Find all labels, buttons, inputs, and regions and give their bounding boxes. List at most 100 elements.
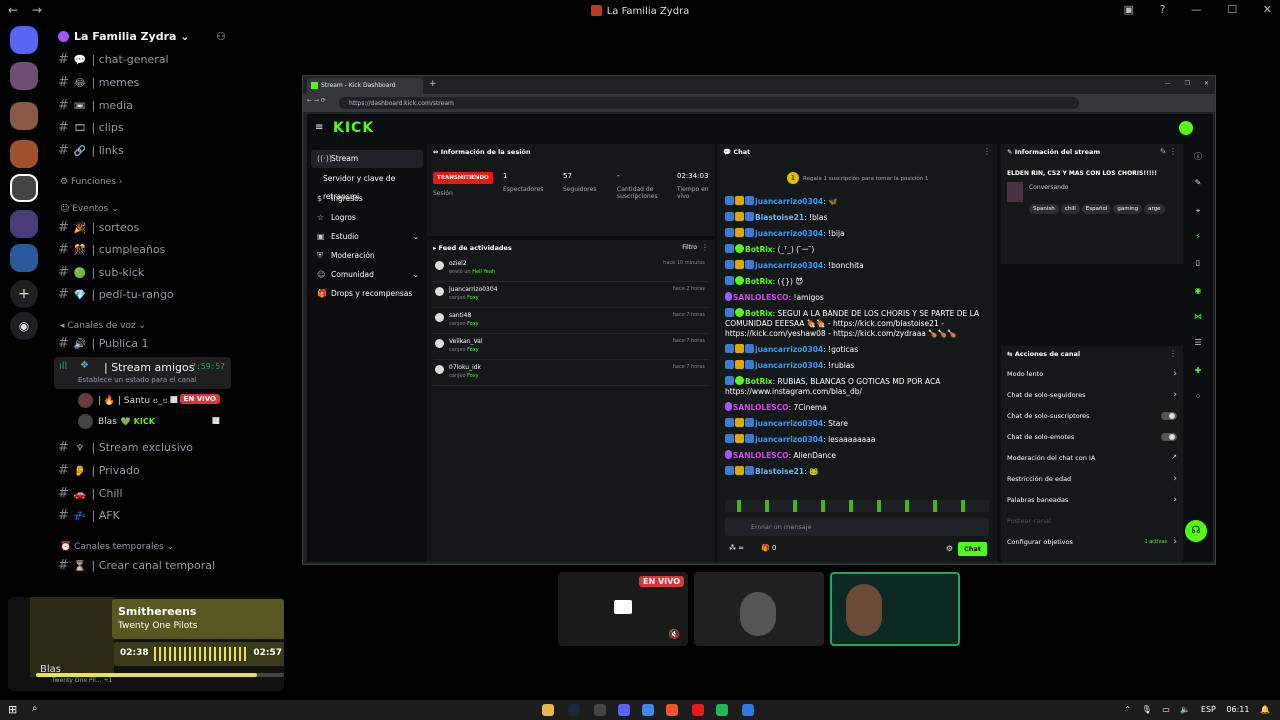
clock[interactable]: 06:11 (1226, 705, 1249, 714)
network-icon[interactable]: ▭ (1162, 705, 1170, 714)
browser-tab[interactable]: Stream - Kick Dashboard (307, 78, 423, 94)
chat-username[interactable]: Blastoise21 (755, 213, 804, 222)
chat-username[interactable]: juancarrizo0304 (755, 419, 823, 428)
stream-thumbnail-1[interactable]: EN VIVO 🔇 (558, 572, 688, 646)
chat-message[interactable]: juancarrizo0304: !bonchita (725, 260, 993, 271)
chat-username[interactable]: juancarrizo0304 (755, 229, 823, 238)
chat-message[interactable]: juancarrizo0304: Stare (725, 418, 993, 429)
edit-icon[interactable]: ✎ (1186, 172, 1210, 194)
category-temporales[interactable]: ⏰ Canales temporales ⌄ (60, 542, 174, 552)
gift-counter[interactable]: 🎁 0 (761, 544, 776, 552)
crop-icon[interactable]: ⌖ (1186, 200, 1210, 222)
channel-memes[interactable]: # 😂 | memes (58, 73, 234, 93)
windows-start-icon[interactable]: ⊞ (8, 703, 17, 716)
server-folder-4[interactable] (10, 210, 38, 238)
chat-username[interactable]: BotRix (745, 309, 773, 318)
add-server-icon[interactable]: + (10, 280, 38, 308)
trash-icon[interactable]: ▯ (1186, 252, 1210, 274)
notification-icon[interactable]: 🔔 (1260, 705, 1270, 714)
app-icon[interactable] (742, 704, 754, 716)
channel-sub-kick[interactable]: # 🟢 | sub-kick (58, 263, 234, 283)
voice-privado[interactable]: # 👂 | Privado (58, 461, 234, 481)
mic-icon[interactable]: 🎙 (1142, 705, 1152, 714)
server-folder-2[interactable] (10, 102, 38, 130)
minimize-button[interactable]: — (1191, 3, 1202, 16)
avatar[interactable] (1179, 121, 1193, 135)
chat-message[interactable]: Blastoise21: !blas (725, 212, 993, 223)
chat-message[interactable]: Blastoise21: 🐸 (725, 466, 993, 477)
chat-message[interactable]: juancarrizo0304: !bija (725, 228, 993, 239)
channel-cumpleanos[interactable]: # 🎊 | cumpleaños (58, 240, 234, 260)
stream-tag[interactable]: chill (1060, 204, 1080, 214)
voice-stream-exclusivo[interactable]: # ♆ | Stream exclusivo (58, 438, 234, 458)
chat-message[interactable]: BotRix: RUBIAS, BLANCAS O GOTICAS MD POR… (725, 376, 993, 397)
split-icon[interactable]: ⋈ (1186, 306, 1210, 328)
guild-header[interactable]: La Familia Zydra ⌄ ⚇ (58, 30, 234, 46)
info-icon[interactable]: ⓘ (1186, 146, 1210, 168)
chat-message[interactable]: juancarrizo0304: 🦋 (725, 196, 993, 207)
chat-username[interactable]: juancarrizo0304 (755, 361, 823, 370)
stream-thumbnail-3[interactable] (830, 572, 960, 646)
chat-message[interactable]: juancarrizo0304: !goticas (725, 344, 993, 355)
chat-username[interactable]: BotRix (745, 245, 773, 254)
chat-username[interactable]: juancarrizo0304 (755, 345, 823, 354)
stream-tag[interactable]: Spanish (1029, 204, 1059, 214)
discord-home-icon[interactable] (10, 26, 38, 54)
channel-links[interactable]: # 🔗 | links (58, 141, 234, 161)
nav-arrows-icon[interactable]: ← → ⟳ (307, 97, 326, 104)
chat-username[interactable]: juancarrizo0304 (755, 435, 823, 444)
chevron-up-icon[interactable]: ⌃ (1124, 705, 1131, 714)
volume-icon[interactable]: 🔈 (1180, 705, 1190, 714)
chat-message[interactable]: BotRix: SEGUI A LA BANDE DE LOS CHORIS Y… (725, 308, 993, 339)
toggle-switch[interactable] (1161, 412, 1177, 420)
channel-chat-general[interactable]: # 💬 | chat-general (58, 50, 234, 70)
chat-message[interactable]: SANLOLESCO: !amigos (725, 292, 993, 303)
more-icon[interactable]: ⋮ (1169, 349, 1177, 358)
kick-nav-item[interactable]: ☺ Comunidad ⌄ (311, 266, 423, 284)
category-funciones[interactable]: ⚙ Funciones › (60, 177, 122, 187)
inbox-icon[interactable]: ▣ (1124, 3, 1134, 16)
voice-stream-amigos[interactable]: ıll ❖ | Stream amigos 7:59:57 Establece … (54, 357, 231, 389)
help-icon[interactable]: ? (1160, 3, 1166, 16)
stream-tag[interactable]: gaming (1113, 204, 1143, 214)
voice-afk[interactable]: # 💤 | AFK (58, 506, 234, 526)
chat-username[interactable]: juancarrizo0304 (755, 197, 823, 206)
voice-member-blas[interactable]: Blas 💚 KICK ■ (78, 414, 228, 432)
server-folder-3[interactable] (10, 140, 38, 168)
github-icon[interactable] (594, 704, 606, 716)
flash-icon[interactable]: ⚡ (1186, 226, 1210, 248)
media-icon[interactable] (692, 704, 704, 716)
channel-sorteos[interactable]: # 🎉 | sorteos (58, 218, 234, 238)
channel-pedi-tu-rango[interactable]: # 💎 | pedí-tu-rango (58, 285, 234, 305)
url-input[interactable]: https://dashboard.kick.com/stream (339, 97, 1079, 109)
channel-action[interactable]: Restricción de edad › (1007, 474, 1181, 495)
emote-bar[interactable] (725, 500, 989, 512)
category-eventos[interactable]: ☺ Eventos ⌄ (60, 204, 119, 214)
feed-row[interactable]: 07loku_idk canjeó Foxy hace 7 horas (433, 362, 709, 386)
channel-media[interactable]: # 📼 | media (58, 96, 234, 116)
settings-icon[interactable]: ⚙ (946, 544, 953, 553)
server-folder-1[interactable] (10, 62, 38, 90)
chat-message[interactable]: SANLOLESCO: 7Cinema (725, 402, 993, 413)
feed-row[interactable]: Velikan_Val canjeó Foxy hace 7 horas (433, 336, 709, 360)
support-icon[interactable]: ☊ (1185, 520, 1207, 542)
discover-icon[interactable]: ◉ (10, 312, 38, 340)
server-la-familia-zydra[interactable] (10, 174, 38, 202)
discord-icon[interactable] (618, 704, 630, 716)
send-chat-button[interactable]: Chat (958, 542, 987, 556)
chat-message[interactable]: BotRix: ({}) 😈 (725, 276, 993, 287)
channel-crear-temporal[interactable]: # ⌛ | Crear canal temporal (58, 556, 234, 576)
invite-icon[interactable]: ⚇ (216, 30, 226, 43)
voice-status[interactable]: Establece un estado para el canal (78, 376, 197, 384)
chat-message[interactable]: SANLOLESCO: AlienDance (725, 450, 993, 461)
layers-icon[interactable]: ☰ (1186, 332, 1210, 354)
menu-icon[interactable]: ≡ (315, 122, 323, 133)
channel-action[interactable]: Chat de solo-seguidores › (1007, 390, 1181, 411)
stream-tag[interactable]: arge (1144, 204, 1165, 214)
maximize-button[interactable]: ☐ (1227, 3, 1237, 16)
close-button[interactable]: ✕ (1263, 3, 1272, 16)
channel-action[interactable]: Modo lento › (1007, 369, 1181, 390)
channel-action[interactable]: Configurar objetivos › 1 activas (1007, 537, 1181, 558)
more-icon[interactable]: ⋮ (983, 147, 991, 156)
wrench-icon[interactable]: ✚ (1186, 360, 1210, 382)
